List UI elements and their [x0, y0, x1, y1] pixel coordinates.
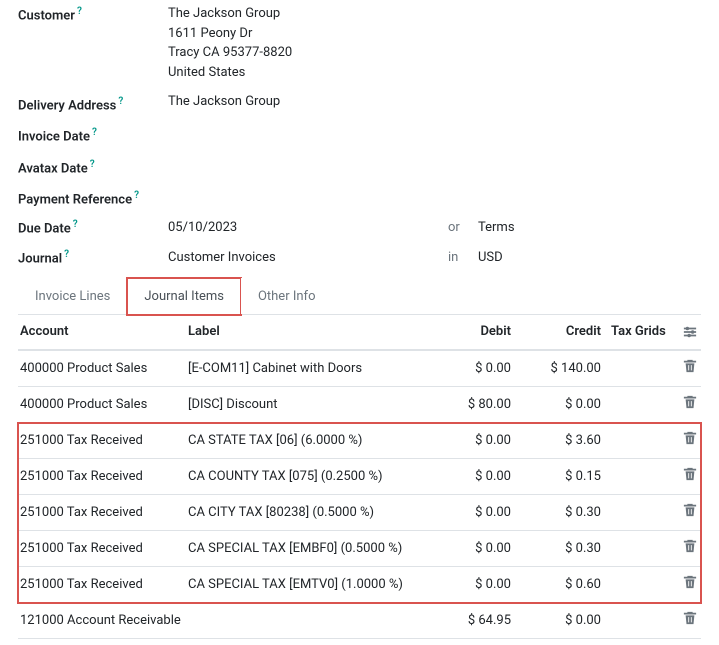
help-icon[interactable]: ? [77, 6, 82, 17]
cell-label[interactable]: [E-COM11] Cabinet with Doors [188, 361, 421, 376]
cell-credit[interactable]: $ 0.30 [511, 541, 601, 556]
trash-icon[interactable] [683, 398, 697, 413]
tab-journal-items[interactable]: Journal Items [127, 278, 241, 315]
table-row[interactable]: 251000 Tax ReceivedCA SPECIAL TAX [EMBF0… [18, 531, 701, 567]
col-label[interactable]: Label [188, 324, 421, 339]
cell-debit[interactable]: $ 0.00 [421, 469, 511, 484]
table-row[interactable]: 251000 Tax ReceivedCA STATE TAX [06] (6.… [18, 423, 701, 459]
delivery-address-value[interactable]: The Jackson Group [168, 94, 701, 109]
delivery-address-label: Delivery Address? [18, 94, 168, 113]
help-icon[interactable]: ? [73, 219, 78, 230]
col-credit[interactable]: Credit [511, 324, 601, 339]
due-date-label: Due Date? [18, 219, 168, 236]
due-or: or [448, 220, 478, 235]
cell-label[interactable]: [DISC] Discount [188, 397, 421, 412]
cell-debit[interactable]: $ 0.00 [421, 433, 511, 448]
col-account[interactable]: Account [18, 324, 188, 339]
table-row[interactable]: 400000 Product Sales[DISC] Discount$ 80.… [18, 387, 701, 423]
cell-label[interactable]: CA COUNTY TAX [075] (0.2500 %) [188, 469, 421, 484]
trash-icon[interactable] [683, 542, 697, 557]
trash-icon[interactable] [683, 506, 697, 521]
customer-addr2: Tracy CA 95377-8820 [168, 43, 701, 63]
col-tax-grids[interactable]: Tax Grids [601, 324, 671, 339]
cell-account[interactable]: 251000 Tax Received [18, 541, 188, 556]
due-date-value[interactable]: 05/10/2023 [168, 220, 448, 235]
journal-label: Journal? [18, 249, 168, 266]
cell-credit[interactable]: $ 0.00 [511, 613, 601, 628]
trash-icon[interactable] [683, 362, 697, 377]
customer-name[interactable]: The Jackson Group [168, 4, 701, 24]
invoice-date-label: Invoice Date? [18, 125, 168, 144]
avatax-date-label: Avatax Date? [18, 157, 168, 176]
cell-account[interactable]: 400000 Product Sales [18, 397, 188, 412]
cell-account[interactable]: 251000 Tax Received [18, 433, 188, 448]
cell-debit[interactable]: $ 0.00 [421, 361, 511, 376]
customer-addr3: United States [168, 63, 701, 83]
cell-debit[interactable]: $ 64.95 [421, 613, 511, 628]
journal-value[interactable]: Customer Invoices [168, 250, 448, 265]
journal-in: in [448, 250, 478, 265]
cell-credit[interactable]: $ 0.15 [511, 469, 601, 484]
tab-other-info[interactable]: Other Info [241, 278, 333, 314]
table-row[interactable]: 251000 Tax ReceivedCA CITY TAX [80238] (… [18, 495, 701, 531]
journal-currency[interactable]: USD [478, 250, 701, 265]
table-row[interactable]: 121000 Account Receivable $ 64.95$ 0.00 [18, 603, 701, 639]
cell-account[interactable]: 251000 Tax Received [18, 469, 188, 484]
cell-debit[interactable]: $ 0.00 [421, 577, 511, 592]
cell-account[interactable]: 251000 Tax Received [18, 577, 188, 592]
cell-label[interactable]: CA SPECIAL TAX [EMBF0] (0.5000 %) [188, 541, 421, 556]
cell-label[interactable]: CA STATE TAX [06] (6.0000 %) [188, 433, 421, 448]
cell-credit[interactable]: $ 0.30 [511, 505, 601, 520]
trash-icon[interactable] [683, 614, 697, 629]
table-row[interactable]: 251000 Tax ReceivedCA COUNTY TAX [075] (… [18, 459, 701, 495]
cell-credit[interactable]: $ 0.60 [511, 577, 601, 592]
table-row[interactable]: 251000 Tax ReceivedCA SPECIAL TAX [EMTV0… [18, 567, 701, 603]
tab-invoice-lines[interactable]: Invoice Lines [18, 278, 127, 314]
settings-icon[interactable] [683, 325, 697, 339]
cell-label[interactable]: CA CITY TAX [80238] (0.5000 %) [188, 505, 421, 520]
cell-debit[interactable]: $ 80.00 [421, 397, 511, 412]
cell-credit[interactable]: $ 140.00 [511, 361, 601, 376]
help-icon[interactable]: ? [64, 249, 69, 260]
cell-credit[interactable]: $ 3.60 [511, 433, 601, 448]
cell-account[interactable]: 121000 Account Receivable [18, 613, 188, 628]
help-icon[interactable]: ? [92, 127, 97, 138]
table-row[interactable]: 400000 Product Sales[E-COM11] Cabinet wi… [18, 351, 701, 387]
payment-reference-label: Payment Reference? [18, 188, 168, 207]
help-icon[interactable]: ? [118, 96, 123, 107]
customer-label: Customer? [18, 4, 168, 23]
cell-debit[interactable]: $ 0.00 [421, 505, 511, 520]
customer-addr1: 1611 Peony Dr [168, 24, 701, 44]
cell-account[interactable]: 400000 Product Sales [18, 361, 188, 376]
cell-label[interactable]: CA SPECIAL TAX [EMTV0] (1.0000 %) [188, 577, 421, 592]
cell-credit[interactable]: $ 0.00 [511, 397, 601, 412]
trash-icon[interactable] [683, 434, 697, 449]
due-terms[interactable]: Terms [478, 220, 701, 235]
cell-account[interactable]: 251000 Tax Received [18, 505, 188, 520]
trash-icon[interactable] [683, 578, 697, 593]
help-icon[interactable]: ? [134, 190, 139, 201]
trash-icon[interactable] [683, 470, 697, 485]
col-debit[interactable]: Debit [421, 324, 511, 339]
help-icon[interactable]: ? [90, 159, 95, 170]
cell-debit[interactable]: $ 0.00 [421, 541, 511, 556]
table-header: Account Label Debit Credit Tax Grids [18, 315, 701, 351]
